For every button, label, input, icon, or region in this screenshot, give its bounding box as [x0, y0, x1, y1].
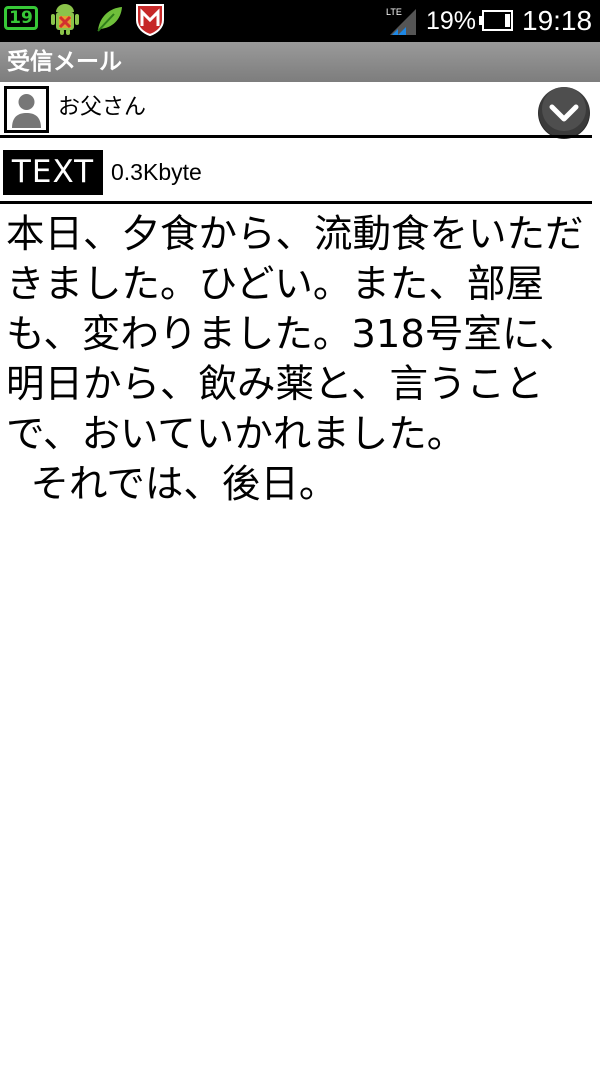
- calendar-day: 19: [9, 8, 33, 28]
- android-debug-icon: [51, 4, 79, 35]
- divider: [0, 135, 592, 138]
- network-label: LTE: [386, 7, 402, 17]
- expand-chevron-icon[interactable]: [538, 87, 590, 139]
- title-bar: 受信メール: [0, 42, 600, 82]
- sender-row[interactable]: お父さん: [0, 82, 600, 139]
- sender-name: お父さん: [58, 95, 147, 120]
- clock: 19:18: [522, 5, 593, 36]
- battery-percent: 19%: [426, 7, 477, 35]
- text-type-badge: TEXT: [3, 150, 103, 195]
- contact-avatar-icon: [4, 86, 49, 133]
- divider: [0, 201, 592, 204]
- page-title: 受信メール: [7, 49, 122, 75]
- calendar-icon: 19: [4, 6, 38, 30]
- status-bar: 19 LTE 19% 19:18: [0, 0, 600, 42]
- attachment-size: 0.3Kbyte: [111, 159, 202, 185]
- message-body: 本日、夕食から、流動食をいただきました。ひどい。また、部屋も、変わりました。31…: [6, 212, 584, 507]
- attachment-row[interactable]: TEXT 0.3Kbyte: [0, 140, 600, 202]
- battery-icon: [479, 10, 513, 31]
- leaf-icon: [97, 7, 122, 32]
- lte-signal-icon: LTE: [386, 7, 416, 35]
- mcafee-icon: [136, 4, 164, 36]
